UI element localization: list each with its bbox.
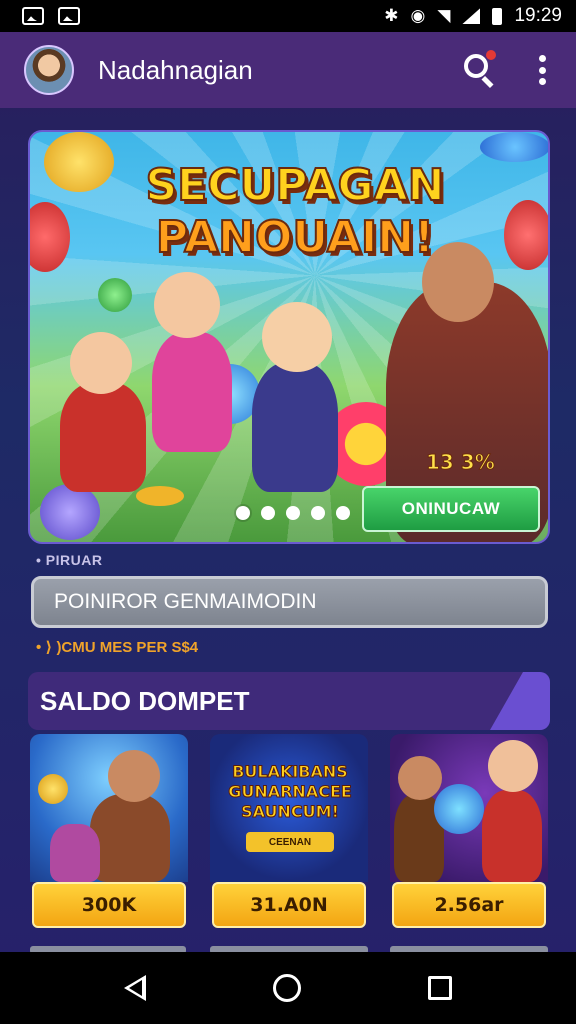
promo-code-input[interactable]: POINIROR GENMAIMODIN xyxy=(31,576,548,628)
banner-headline-line2: PANOUAIN! xyxy=(155,211,435,264)
banner-headline-line1: SECUPAGAN xyxy=(144,159,445,212)
wallet-section-header: SALDO DOMPET xyxy=(28,672,550,730)
wallet-title: SALDO DOMPET xyxy=(40,686,250,716)
card-art-title: BULAKIBANS GUNARNACEE SAUNCUM! xyxy=(228,762,353,822)
app-title: Nadahnagian xyxy=(98,54,253,85)
gallery-notification-icon xyxy=(22,7,44,25)
coin-decoration xyxy=(98,278,132,312)
character-girl-hat xyxy=(252,362,338,492)
status-notifications xyxy=(22,7,80,25)
promo-label: • PIRUAR xyxy=(36,552,103,568)
system-nav-bar xyxy=(0,952,576,1024)
wallet-card-button[interactable]: 2.56ar xyxy=(392,882,546,928)
status-bar: ✱ ◉ ◥ 19:29 xyxy=(0,0,576,32)
wallet-card[interactable]: 2.56ar xyxy=(390,734,548,930)
wallet-cards: 300K BULAKIBANS GUNARNACEE SAUNCUM! CEEN… xyxy=(30,734,550,934)
coin-decoration xyxy=(44,132,114,192)
promo-banner-carousel[interactable]: SECUPAGAN PANOUAIN! 13 3% ONINUCAW xyxy=(28,130,550,544)
character-kid-green xyxy=(60,382,146,492)
back-icon[interactable] xyxy=(123,975,146,1001)
coin-decoration xyxy=(40,484,100,540)
more-options-button[interactable] xyxy=(532,52,552,88)
wallet-card-button[interactable]: 300K xyxy=(32,882,186,928)
search-icon xyxy=(464,54,488,78)
bonus-percent: 13 3% xyxy=(426,450,496,475)
vibrate-icon: ◉ xyxy=(410,6,426,25)
carousel-dot[interactable] xyxy=(261,506,275,520)
card-art-promo: BULAKIBANS GUNARNACEE SAUNCUM! CEENAN xyxy=(210,734,368,882)
banner-headline: SECUPAGAN PANOUAIN! xyxy=(135,159,455,264)
coin-decoration xyxy=(504,200,548,270)
status-indicators: ✱ ◉ ◥ 19:29 xyxy=(384,5,562,27)
carousel-dot[interactable] xyxy=(236,506,250,520)
coin-decoration xyxy=(136,486,184,506)
card-art-pirate xyxy=(30,734,188,882)
battery-icon xyxy=(492,7,503,25)
image-notification-icon xyxy=(58,7,80,25)
carousel-dot[interactable] xyxy=(286,506,300,520)
carousel-dot[interactable] xyxy=(336,506,350,520)
signal-icon xyxy=(462,8,481,24)
app-bar: Nadahnagian xyxy=(0,32,576,108)
card-art-heroes xyxy=(390,734,548,882)
carousel-indicators xyxy=(236,506,350,520)
wallet-card[interactable]: BULAKIBANS GUNARNACEE SAUNCUM! CEENAN 31… xyxy=(210,734,368,930)
user-avatar[interactable] xyxy=(24,45,74,95)
rate-info-text: • ⟩ )CMU MES PER S$4 xyxy=(36,639,199,656)
notification-dot xyxy=(486,50,496,60)
carousel-dot[interactable] xyxy=(311,506,325,520)
home-icon[interactable] xyxy=(272,974,301,1002)
coin-decoration xyxy=(480,132,548,162)
clock: 19:29 xyxy=(514,5,562,26)
wifi-icon: ◥ xyxy=(437,6,451,25)
bluetooth-icon: ✱ xyxy=(384,6,399,25)
search-button[interactable] xyxy=(458,48,502,92)
character-kid-pink xyxy=(152,332,232,452)
wallet-card[interactable]: 300K xyxy=(30,734,188,930)
card-art-subtitle: CEENAN xyxy=(246,832,334,852)
wallet-card-button[interactable]: 31.A0N xyxy=(212,882,366,928)
banner-cta-button[interactable]: ONINUCAW xyxy=(362,486,540,532)
recent-apps-icon[interactable] xyxy=(428,976,453,1000)
